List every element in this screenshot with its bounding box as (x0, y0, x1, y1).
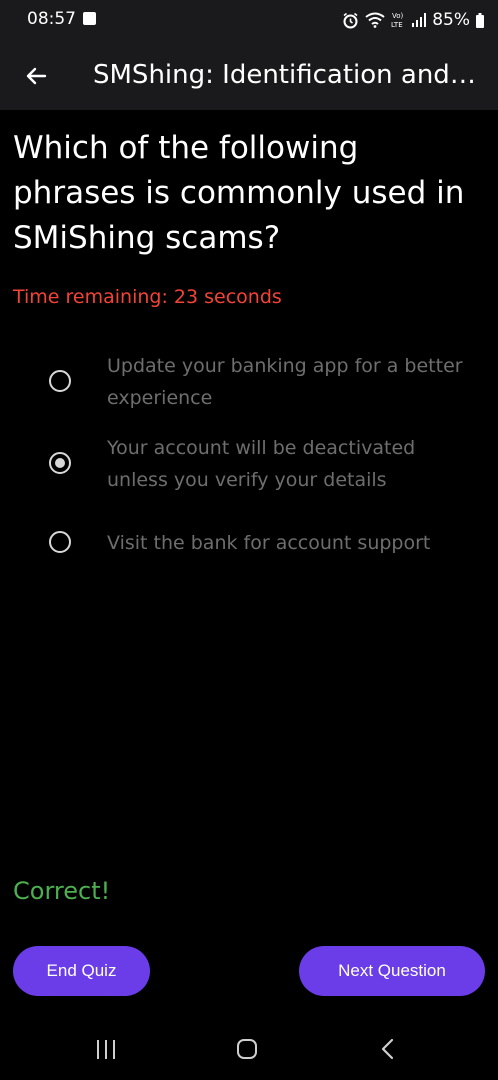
answer-option[interactable]: Visit the bank for account support (45, 528, 485, 560)
volte-lte-icon: Vo) LTE (391, 11, 406, 29)
system-nav-bar (0, 1020, 498, 1080)
answer-option[interactable]: Update your banking app for a better exp… (45, 348, 485, 414)
radio-button[interactable] (49, 370, 71, 392)
status-indicators: Vo) LTE 85% (342, 9, 484, 31)
recent-apps-icon[interactable] (97, 1040, 121, 1060)
home-icon[interactable] (237, 1039, 257, 1059)
svg-text:LTE: LTE (391, 21, 403, 29)
svg-text:Vo): Vo) (392, 12, 404, 20)
wifi-icon (365, 12, 385, 28)
image-icon (83, 12, 96, 25)
timer-text: Time remaining: 23 seconds (13, 286, 282, 308)
battery-icon (476, 12, 484, 28)
option-label: Your account will be deactivated unless … (107, 437, 416, 491)
question-text: Which of the following phrases is common… (13, 130, 465, 256)
back-button[interactable] (18, 58, 54, 94)
alarm-icon (342, 12, 359, 29)
option-label: Visit the bank for account support (107, 532, 431, 554)
radio-button-selected[interactable] (49, 452, 71, 474)
answer-option[interactable]: Your account will be deactivated unless … (45, 430, 485, 496)
app-bar: SMShing: Identification and Response (0, 40, 498, 110)
back-icon[interactable] (378, 1038, 398, 1060)
next-question-button[interactable]: Next Question (299, 946, 485, 996)
option-label: Update your banking app for a better exp… (107, 355, 463, 409)
feedback-text: Correct! (13, 877, 111, 905)
end-quiz-button[interactable]: End Quiz (13, 946, 150, 996)
battery-percent: 85% (432, 10, 470, 30)
status-bar: 08:57 Vo) LTE 85% (0, 0, 498, 40)
arrow-left-icon (26, 67, 47, 85)
radio-button[interactable] (49, 531, 71, 553)
status-time: 08:57 (27, 9, 76, 29)
signal-icon (412, 13, 427, 27)
page-title: SMShing: Identification and Response (93, 60, 478, 90)
